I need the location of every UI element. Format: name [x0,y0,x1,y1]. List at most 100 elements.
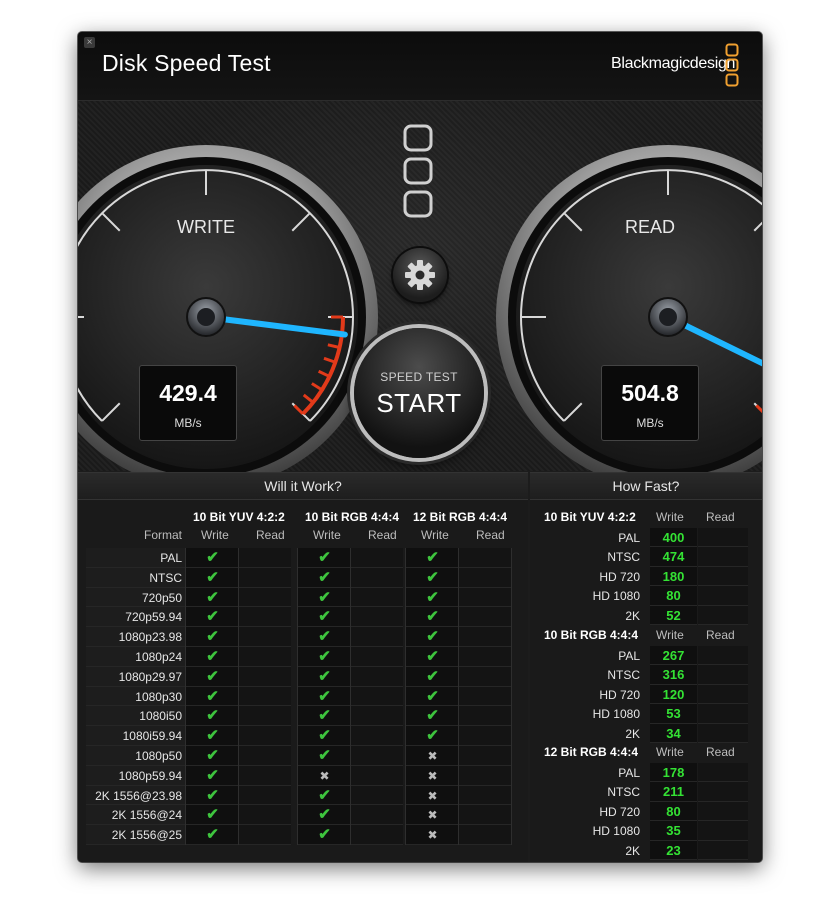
check-icon: ✔ [318,588,331,606]
hf-format-label: HD 1080 [592,589,640,604]
hf-write-speed: 23 [666,842,681,858]
check-icon: ✔ [206,786,219,804]
check-icon: ✔ [426,687,439,705]
hf-read-cell [698,646,748,666]
hf-col-read: Read [706,745,735,759]
wiw-format-label: NTSC [149,570,182,585]
wiw-read-cell [351,567,403,588]
gauge-area: WRITE READ 429.4 MB/s 504.8 MB/s SPEED T… [78,101,762,489]
wiw-read-cell [459,666,511,687]
check-icon: ✔ [318,727,331,745]
wiw-read-cell [351,627,403,647]
check-icon: ✔ [206,549,219,566]
wiw-read-cell [351,607,403,628]
hf-col-write: Write [656,745,684,759]
wiw-read-cell [459,746,511,766]
wiw-read-cell [459,567,511,588]
check-icon: ✔ [426,568,439,586]
check-icon: ✔ [206,588,219,606]
wiw-read-cell [239,607,291,628]
hf-write-speed: 120 [662,686,685,702]
will-it-work-panel: Will it Work? 10 Bit YUV 4:2:2 Write Read 1… [78,472,528,862]
wiw-read-cell [239,746,291,766]
wiw-read-cell [459,627,511,647]
check-icon: ✔ [206,628,219,646]
check-icon: ✔ [426,707,439,725]
check-icon: ✔ [206,568,219,586]
hf-write-speed: 80 [666,588,681,604]
check-icon: ✔ [318,628,331,646]
start-button-label: START [376,388,462,418]
hf-read-cell [698,586,748,606]
hf-col-read: Read [706,628,735,642]
check-icon: ✔ [206,766,219,784]
read-gauge-label: READ [624,217,675,237]
wiw-format-label: 1080p24 [135,650,182,664]
check-icon: ✔ [206,747,219,764]
hf-write-speed: 52 [666,607,681,623]
hf-read-cell [698,528,748,548]
wiw-format-label: 1080p29.97 [118,669,182,684]
wiw-format-label: 1080p23.98 [118,630,182,645]
wiw-read-cell [239,686,291,707]
hf-write-speed: 316 [662,667,685,683]
column-divider [238,548,239,845]
check-icon: ✔ [318,667,331,685]
check-icon: ✔ [426,608,439,626]
write-speed-value: 429.4 [159,380,217,406]
wiw-read-cell [239,567,291,588]
wiw-read-cell [351,587,403,608]
hf-read-cell [698,684,748,705]
hf-format-label: 2K [625,608,640,623]
wiw-read-cell [459,647,511,667]
hf-format-label: NTSC [607,550,640,565]
hf-write-speed: 211 [663,784,684,800]
wiw-read-cell [459,607,511,628]
wiw-read-cell [351,805,403,826]
check-icon: ✔ [206,806,219,824]
column-divider [185,548,186,845]
hf-read-cell [698,801,748,822]
wiw-read-cell [459,686,511,707]
wiw-read-cell [351,548,403,568]
start-button[interactable]: SPEED TEST START [354,328,484,458]
wiw-read-cell [459,726,511,746]
hf-read-cell [698,704,748,724]
hf-format-label: HD 1080 [592,824,640,839]
cross-icon: ✖ [427,768,438,783]
wiw-format-label: 2K 1556@23.98 [95,788,182,803]
wiw-read-cell [239,627,291,647]
check-icon: ✔ [318,806,331,824]
settings-button[interactable] [393,248,447,302]
wiw-col-write: Write [201,528,229,542]
wiw-read-cell [459,805,511,826]
write-readout: 429.4 MB/s [139,365,237,441]
hf-format-label: HD 720 [599,687,640,702]
wiw-read-cell [351,726,403,746]
gear-icon [405,260,435,290]
wiw-read-cell [239,726,291,746]
wiw-group-header: 10 Bit RGB 4:4:4 [305,510,400,524]
hf-group-header: 12 Bit RGB 4:4:4 [544,745,639,759]
wiw-read-cell [459,765,511,786]
check-icon: ✔ [206,826,219,844]
wiw-format-label: 1080i50 [139,709,182,724]
hf-group-header: 10 Bit YUV 4:2:2 [544,510,636,524]
check-icon: ✔ [318,687,331,705]
wiw-read-cell [351,785,403,806]
will-it-work-title: Will it Work? [78,472,528,500]
wiw-read-cell [239,825,291,845]
hf-format-label: HD 720 [599,569,640,584]
wiw-read-cell [351,746,403,766]
check-icon: ✔ [318,608,331,626]
hf-read-cell [698,605,748,625]
wiw-format-label: 1080i59.94 [122,729,182,744]
hf-read-cell [698,782,748,802]
check-icon: ✔ [426,628,439,646]
read-readout: 504.8 MB/s [601,365,699,441]
hf-write-speed: 53 [666,706,681,722]
hf-format-label: 2K [625,843,640,858]
wiw-col-write: Write [421,528,449,542]
wiw-format-label: 1080p50 [135,749,182,763]
hf-write-speed: 35 [666,823,681,839]
